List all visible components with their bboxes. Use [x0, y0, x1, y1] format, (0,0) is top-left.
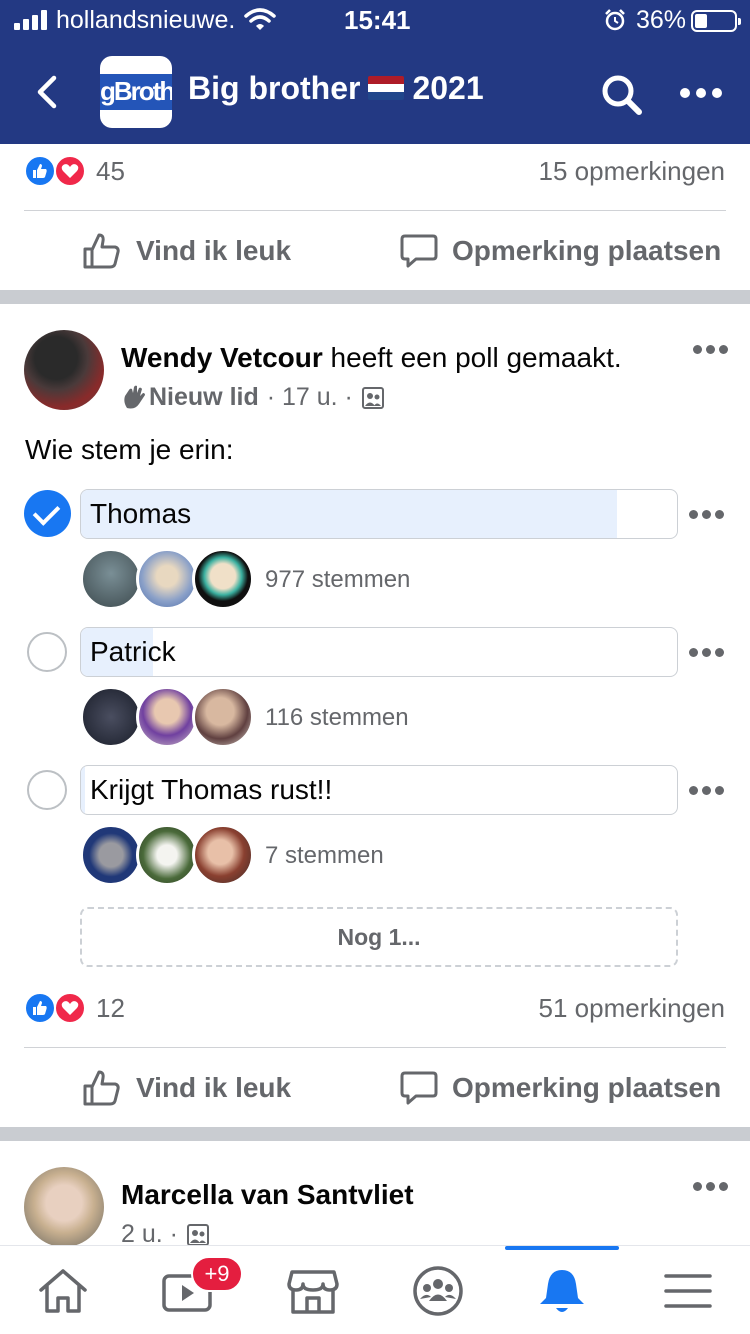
comment-button[interactable]: Opmerking plaatsen	[400, 1069, 721, 1107]
group-members-icon	[361, 386, 384, 409]
vote-count[interactable]: 7 stemmen	[265, 842, 384, 870]
poll-option[interactable]: Thomas	[80, 489, 678, 539]
clock: 15:41	[344, 5, 411, 35]
battery-icon	[691, 10, 741, 32]
search-icon[interactable]	[598, 72, 644, 116]
author-name[interactable]: Wendy Vetcour	[121, 342, 323, 373]
voter-avatar	[192, 686, 254, 748]
vote-count[interactable]: 116 stemmen	[265, 704, 409, 732]
more-options-button[interactable]: Nog 1...	[80, 907, 678, 967]
voter-avatars[interactable]	[80, 548, 260, 610]
post-meta: Nieuw lid · 17 u. ·	[121, 383, 385, 412]
carrier-name: hollandsnieuwe.	[56, 6, 236, 34]
poll-option[interactable]: Patrick	[80, 627, 678, 677]
netherlands-flag-icon	[368, 75, 405, 100]
voter-avatars[interactable]	[80, 824, 260, 886]
group-members-icon	[186, 1223, 209, 1246]
voter-avatar	[136, 824, 198, 886]
signal-icon	[14, 10, 50, 30]
wifi-icon	[244, 8, 276, 30]
group-logo[interactable]: gBroth	[100, 56, 172, 128]
post-options-icon[interactable]	[693, 345, 729, 355]
feed-separator	[0, 290, 750, 304]
post-text: Wie stem je erin:	[25, 434, 234, 465]
love-reaction-icon	[54, 992, 86, 1024]
voter-avatar	[80, 824, 142, 886]
voter-avatar	[136, 548, 198, 610]
thumbs-up-icon	[83, 1070, 120, 1106]
battery-percentage: 36%	[636, 6, 687, 34]
post-author-line: Marcella van Santvliet	[121, 1179, 414, 1211]
voter-avatar	[136, 686, 198, 748]
waving-hand-icon	[124, 385, 145, 408]
reaction-icons[interactable]	[24, 992, 94, 1026]
status-bar: hollandsnieuwe. 15:41 36%	[0, 0, 750, 44]
option-more-icon[interactable]	[689, 510, 725, 520]
poll-option-checkbox[interactable]	[27, 632, 67, 672]
like-button[interactable]: Vind ik leuk	[82, 1069, 291, 1107]
love-reaction-icon	[54, 155, 86, 187]
poll-option-checkbox[interactable]	[24, 490, 71, 537]
voter-avatar	[80, 686, 142, 748]
comment-button[interactable]: Opmerking plaatsen	[400, 232, 721, 270]
post-options-icon[interactable]	[693, 1182, 729, 1192]
author-avatar[interactable]	[24, 1167, 104, 1247]
voter-avatar	[192, 548, 254, 610]
author-avatar[interactable]	[24, 330, 104, 410]
group-title[interactable]: Big brother 2021	[188, 70, 484, 107]
like-reaction-icon	[24, 155, 56, 187]
option-more-icon[interactable]	[689, 648, 725, 658]
alarm-icon	[605, 9, 625, 31]
comment-count[interactable]: 15 opmerkingen	[539, 156, 725, 187]
comment-icon	[400, 1071, 438, 1105]
notifications-icon[interactable]	[534, 1266, 590, 1316]
more-icon[interactable]	[678, 86, 724, 100]
reaction-icons[interactable]	[24, 155, 94, 189]
vote-count[interactable]: 977 stemmen	[265, 566, 410, 594]
bottom-navigation: +9	[0, 1245, 750, 1334]
active-tab-indicator	[505, 1246, 619, 1250]
top-bar: hollandsnieuwe. 15:41 36% gBroth Big bro…	[0, 0, 750, 144]
feed-separator	[0, 1127, 750, 1141]
back-icon[interactable]	[30, 72, 64, 112]
like-reaction-icon	[24, 992, 56, 1024]
like-button[interactable]: Vind ik leuk	[82, 232, 291, 270]
comment-icon	[400, 234, 438, 268]
voter-avatar	[192, 824, 254, 886]
home-icon[interactable]	[35, 1266, 91, 1316]
comment-count[interactable]: 51 opmerkingen	[539, 993, 725, 1024]
marketplace-icon[interactable]	[285, 1266, 341, 1316]
reaction-count[interactable]: 12	[96, 993, 125, 1024]
groups-icon[interactable]	[410, 1266, 466, 1316]
voter-avatars[interactable]	[80, 686, 260, 748]
member-badge[interactable]: Nieuw lid	[149, 383, 259, 412]
reaction-count[interactable]: 45	[96, 156, 125, 187]
poll-option-checkbox[interactable]	[27, 770, 67, 810]
voter-avatar	[80, 548, 142, 610]
post-time[interactable]: · 17 u. ·	[267, 383, 353, 412]
poll-option[interactable]: Krijgt Thomas rust!!	[80, 765, 678, 815]
menu-icon[interactable]	[660, 1266, 716, 1316]
thumbs-up-icon	[83, 233, 120, 269]
vote-share-bar	[81, 766, 86, 814]
author-name[interactable]: Marcella van Santvliet	[121, 1179, 414, 1210]
divider	[24, 1047, 726, 1048]
option-more-icon[interactable]	[689, 786, 725, 796]
post-action: heeft een poll gemaakt.	[330, 342, 622, 373]
watch-badge: +9	[191, 1256, 243, 1292]
divider	[24, 210, 726, 211]
post-author-line: Wendy Vetcour heeft een poll gemaakt.	[121, 342, 622, 374]
